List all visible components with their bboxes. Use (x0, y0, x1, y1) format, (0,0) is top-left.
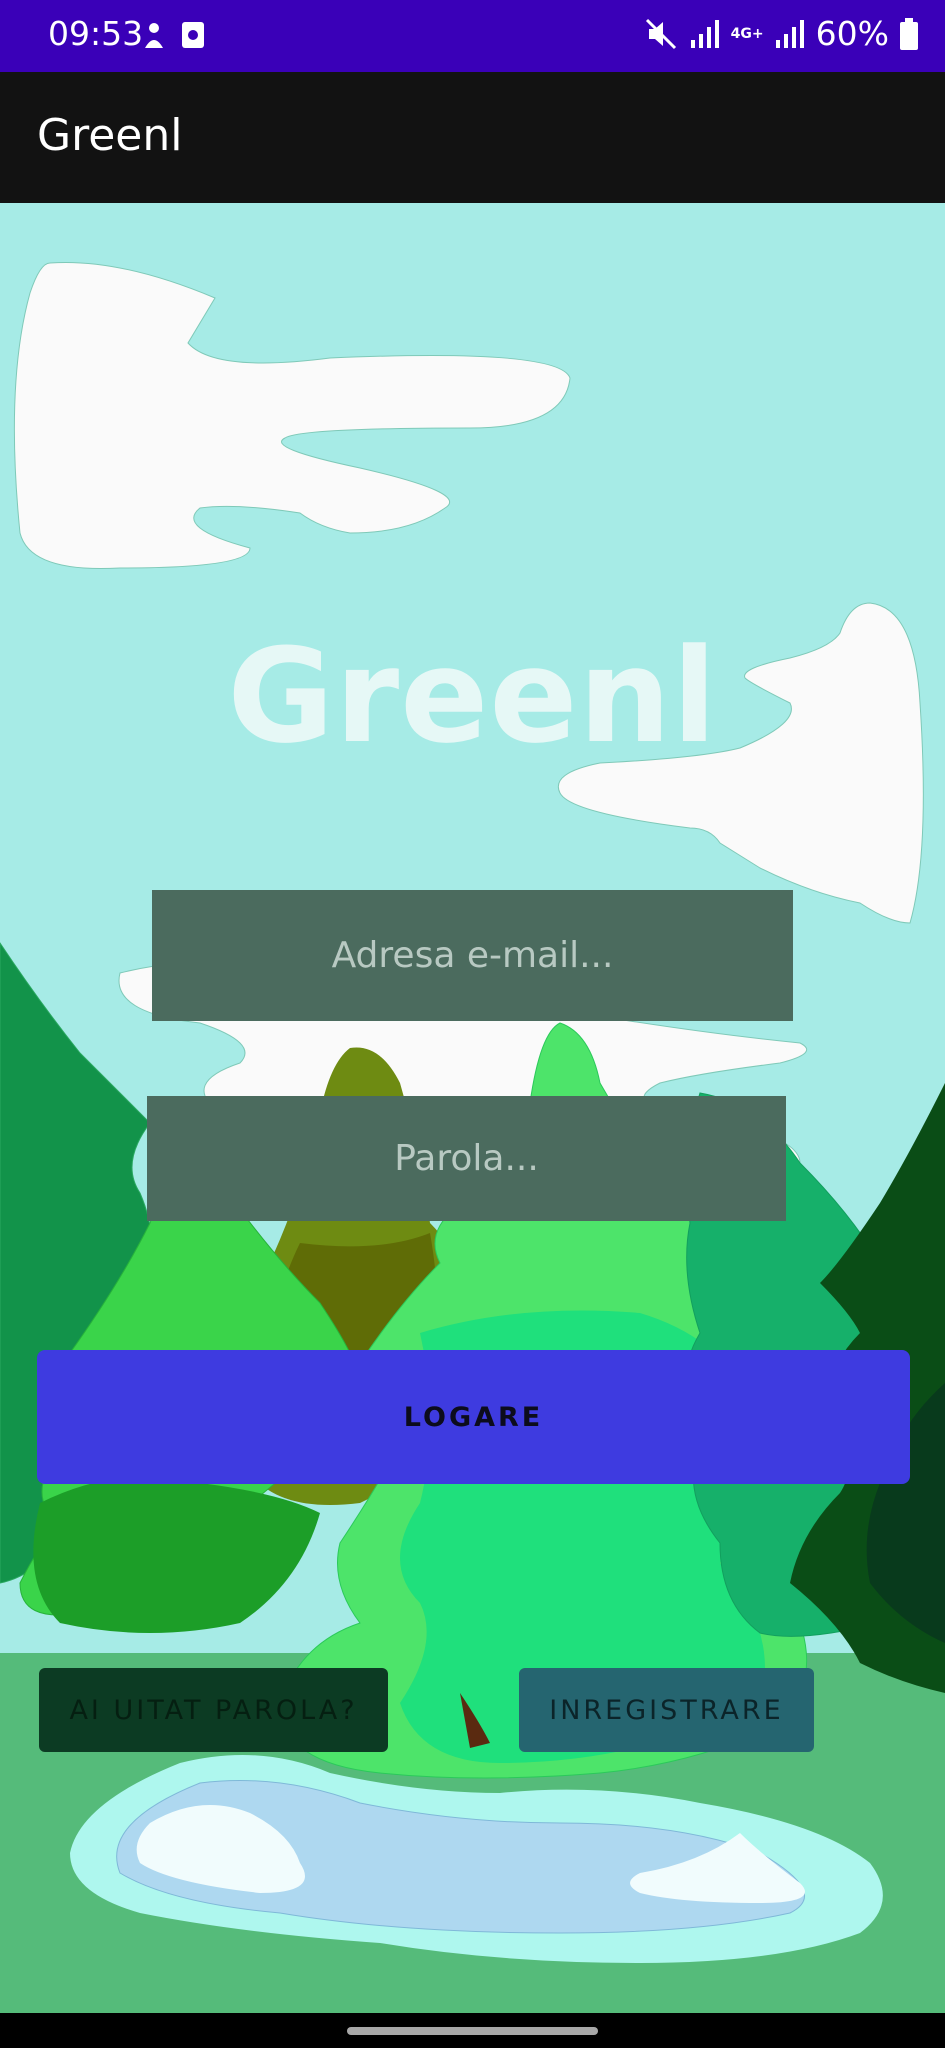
login-button[interactable]: LOGARE (37, 1350, 910, 1484)
forgot-password-label: AI UITAT PAROLA? (69, 1694, 358, 1726)
login-button-label: LOGARE (403, 1401, 544, 1433)
password-placeholder: Parola... (394, 1138, 539, 1179)
notification-icon (145, 23, 163, 48)
battery-percent: 60% (815, 14, 889, 53)
home-gesture-handle[interactable] (347, 2027, 598, 2035)
password-field[interactable]: Parola... (147, 1096, 786, 1221)
register-button[interactable]: INREGISTRARE (519, 1668, 814, 1752)
battery-icon (900, 17, 918, 50)
screenshot-icon (182, 22, 204, 48)
hero-title: Greenl (227, 620, 718, 772)
status-time: 09:53 (48, 14, 144, 53)
forgot-password-button[interactable]: AI UITAT PAROLA? (39, 1668, 388, 1752)
register-label: INREGISTRARE (549, 1694, 784, 1726)
app-title: Greenl (37, 110, 183, 161)
app-bar: Greenl (0, 72, 945, 203)
email-placeholder: Adresa e-mail... (331, 935, 614, 976)
mute-icon (645, 18, 676, 49)
signal-icon (775, 19, 804, 48)
signal-icon (690, 19, 719, 48)
status-right: 4G+ 60% (643, 14, 919, 53)
notification-icons (140, 18, 210, 58)
email-field[interactable]: Adresa e-mail... (152, 890, 793, 1021)
network-type: 4G+ (730, 25, 764, 42)
status-bar: 09:53 4G+ 60% (0, 0, 945, 72)
